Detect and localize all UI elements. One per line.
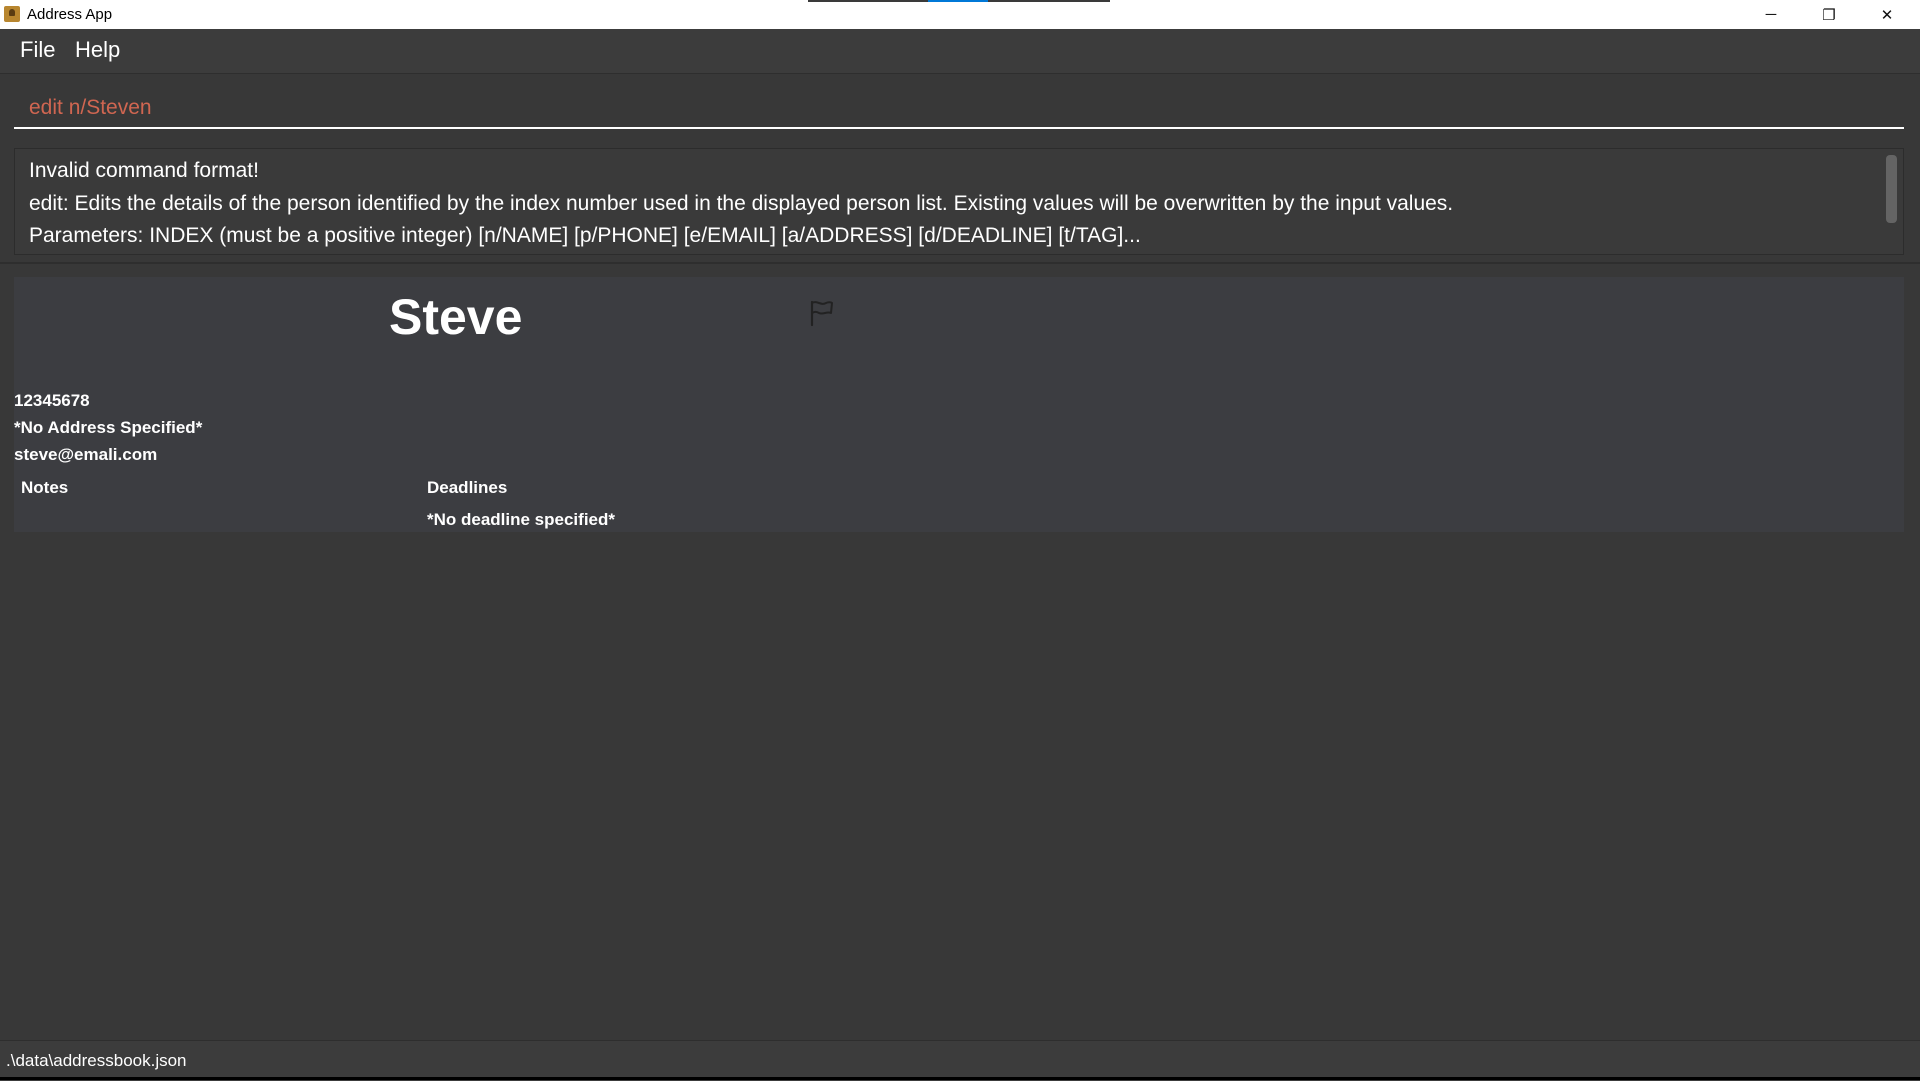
- result-display[interactable]: Invalid command format! edit: Edits the …: [14, 148, 1904, 255]
- minimize-button[interactable]: ─: [1742, 0, 1800, 29]
- title-bar: Address App ─ ❐ ✕: [0, 0, 1920, 29]
- tab-strip-right: [988, 0, 1110, 2]
- minimize-icon: ─: [1765, 6, 1777, 23]
- person-email: steve@emali.com: [14, 445, 158, 464]
- menu-bar: File Help: [0, 29, 1920, 74]
- status-bar: .\data\addressbook.json: [0, 1040, 1920, 1081]
- notes-header: Notes: [21, 478, 69, 497]
- address-book-icon: [4, 6, 20, 22]
- close-icon: ✕: [1880, 6, 1894, 24]
- result-error-line: Invalid command format!: [29, 159, 259, 182]
- close-button[interactable]: ✕: [1858, 0, 1916, 29]
- section-divider: [0, 262, 1920, 264]
- tab-strip-left: [808, 0, 928, 2]
- menu-help[interactable]: Help: [75, 37, 120, 63]
- deadlines-header: Deadlines: [427, 478, 508, 497]
- person-address: *No Address Specified*: [14, 418, 203, 437]
- flag-icon[interactable]: [807, 298, 837, 328]
- person-card[interactable]: Steve 12345678 *No Address Specified* st…: [14, 277, 1904, 532]
- scrollbar-thumb[interactable]: [1886, 155, 1897, 223]
- restore-icon: ❐: [1822, 6, 1836, 24]
- command-input[interactable]: [14, 89, 1904, 129]
- deadline-value: *No deadline specified*: [427, 510, 615, 529]
- save-location-path: .\data\addressbook.json: [6, 1051, 187, 1070]
- person-phone: 12345678: [14, 391, 90, 410]
- result-parameters-line: Parameters: INDEX (must be a positive in…: [29, 224, 1141, 247]
- command-box: [0, 74, 1920, 144]
- tab-strip-active: [928, 0, 988, 2]
- menu-file[interactable]: File: [20, 37, 55, 63]
- restore-button[interactable]: ❐: [1800, 0, 1858, 29]
- result-scrollbar[interactable]: [1885, 153, 1899, 250]
- result-usage-line: edit: Edits the details of the person id…: [29, 192, 1454, 215]
- window-title: Address App: [27, 6, 113, 23]
- person-name: Steve: [389, 289, 523, 345]
